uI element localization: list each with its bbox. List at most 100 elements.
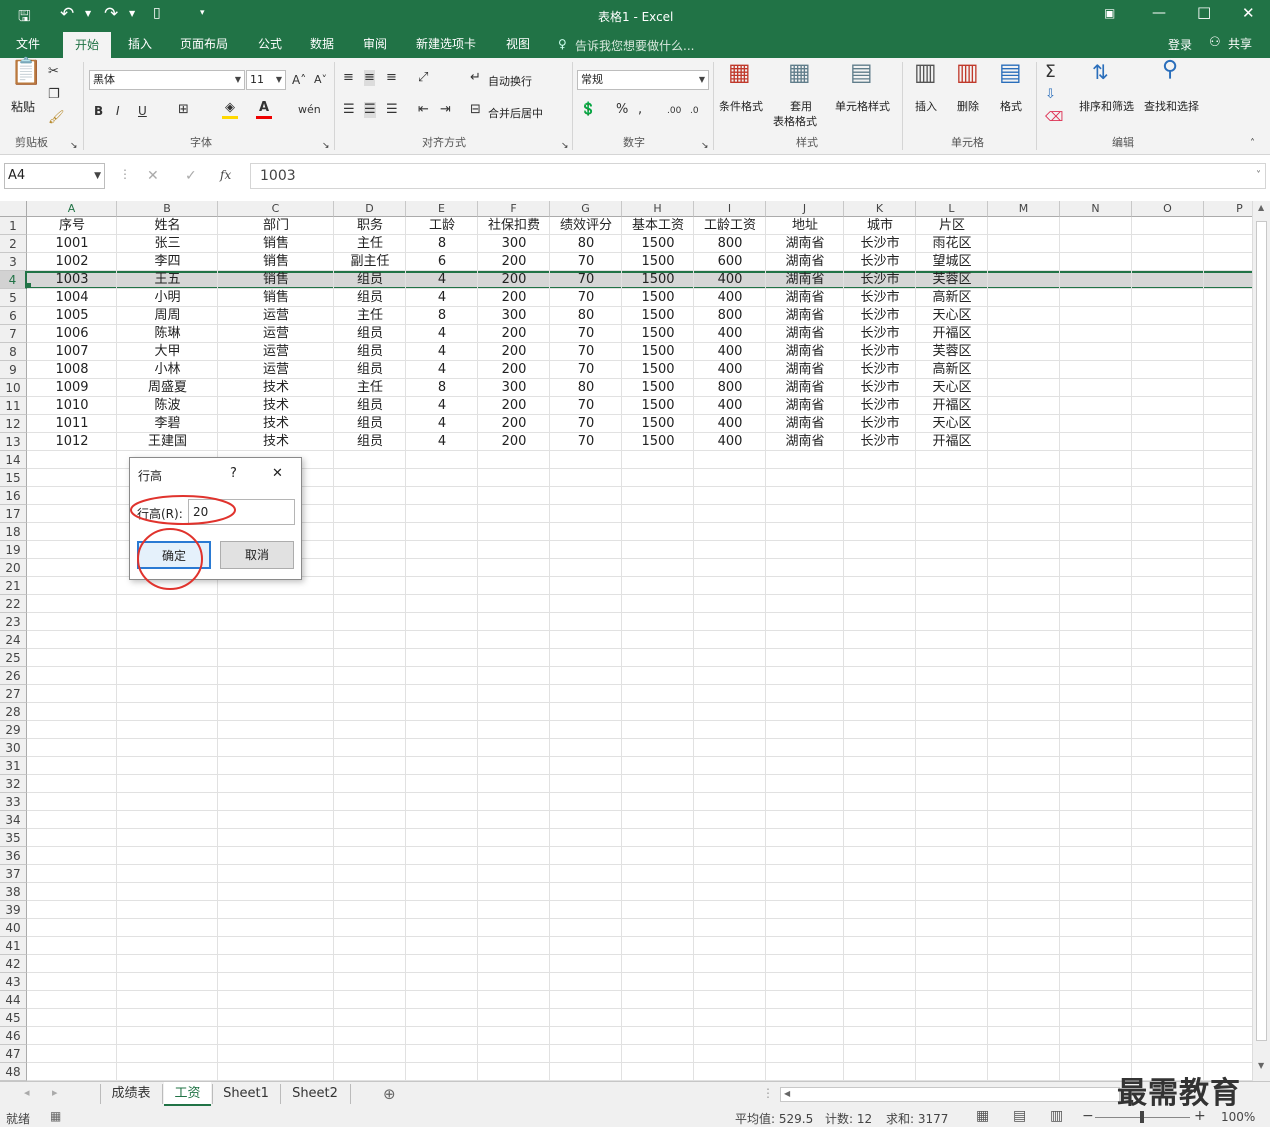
sort-filter-icon[interactable]: ⇅ (1092, 62, 1109, 82)
table-cell[interactable]: 湖南省 (766, 253, 844, 271)
table-cell[interactable]: 1008 (27, 361, 117, 379)
table-cell[interactable]: 400 (694, 361, 766, 379)
table-cell[interactable]: 1500 (622, 307, 694, 325)
column-header[interactable]: E (406, 201, 478, 217)
align-top-icon[interactable]: ≡ (343, 70, 354, 86)
row-header[interactable]: 6 (0, 307, 27, 325)
scroll-thumb[interactable] (1256, 221, 1267, 1041)
row-header[interactable]: 28 (0, 703, 27, 721)
table-cell[interactable]: 运营 (218, 325, 334, 343)
tab-data[interactable]: 数据 (306, 32, 338, 58)
vertical-scrollbar[interactable]: ▲ ▼ (1252, 201, 1270, 1081)
page-break-view-icon[interactable]: ▥ (1050, 1108, 1063, 1124)
table-header-cell[interactable]: 部门 (218, 217, 334, 235)
table-cell[interactable]: 组员 (334, 433, 406, 451)
table-cell[interactable]: 1500 (622, 379, 694, 397)
table-cell[interactable]: 8 (406, 379, 478, 397)
table-cell[interactable]: 开福区 (916, 433, 988, 451)
table-cell[interactable]: 长沙市 (844, 415, 916, 433)
table-header-cell[interactable]: 城市 (844, 217, 916, 235)
column-header[interactable]: L (916, 201, 988, 217)
insert-function-icon[interactable]: fx (220, 168, 231, 182)
table-cell[interactable]: 1500 (622, 415, 694, 433)
table-cell[interactable]: 400 (694, 433, 766, 451)
row-header[interactable]: 33 (0, 793, 27, 811)
table-cell[interactable]: 8 (406, 307, 478, 325)
table-cell[interactable]: 运营 (218, 307, 334, 325)
table-cell[interactable]: 周盛夏 (117, 379, 218, 397)
row-header[interactable]: 7 (0, 325, 27, 343)
align-right-icon[interactable]: ☰ (386, 102, 398, 118)
table-header-cell[interactable]: 工龄工资 (694, 217, 766, 235)
table-cell[interactable]: 1500 (622, 271, 694, 289)
row-header[interactable]: 27 (0, 685, 27, 703)
table-cell[interactable]: 80 (550, 307, 622, 325)
bold-button[interactable]: B (94, 103, 103, 119)
table-cell[interactable]: 200 (478, 361, 550, 379)
undo-icon[interactable]: ↶ (60, 4, 74, 24)
clipboard-launcher-icon[interactable]: ↘ (70, 138, 78, 154)
column-header[interactable]: D (334, 201, 406, 217)
table-cell[interactable]: 李四 (117, 253, 218, 271)
row-header[interactable]: 43 (0, 973, 27, 991)
table-cell[interactable]: 天心区 (916, 307, 988, 325)
sort-filter-button[interactable]: 排序和筛选 (1079, 98, 1134, 114)
cut-icon[interactable]: ✂ (48, 64, 59, 80)
row-header[interactable]: 45 (0, 1009, 27, 1027)
table-cell[interactable]: 8 (406, 235, 478, 253)
formula-input[interactable]: 1003 ˅ (250, 163, 1266, 189)
table-header-cell[interactable]: 绩效评分 (550, 217, 622, 235)
expand-formula-icon[interactable]: ˅ (1256, 164, 1261, 188)
table-cell[interactable]: 400 (694, 325, 766, 343)
table-cell[interactable]: 200 (478, 253, 550, 271)
row-header[interactable]: 23 (0, 613, 27, 631)
paste-icon[interactable]: 📋 (10, 59, 42, 85)
row-header[interactable]: 29 (0, 721, 27, 739)
decrease-font-icon[interactable]: A˅ (314, 72, 327, 88)
table-cell[interactable]: 200 (478, 433, 550, 451)
login-link[interactable]: 登录 (1168, 36, 1192, 53)
row-header[interactable]: 41 (0, 937, 27, 955)
table-cell[interactable]: 1500 (622, 433, 694, 451)
column-header[interactable]: P (1204, 201, 1252, 217)
cell-styles-icon[interactable]: ▤ (850, 60, 873, 84)
row-header[interactable]: 37 (0, 865, 27, 883)
normal-view-icon[interactable]: ▦ (976, 1108, 989, 1124)
tab-review[interactable]: 审阅 (359, 32, 391, 58)
table-cell[interactable]: 400 (694, 343, 766, 361)
table-cell[interactable]: 长沙市 (844, 307, 916, 325)
table-cell[interactable]: 4 (406, 325, 478, 343)
table-cell[interactable]: 长沙市 (844, 379, 916, 397)
row-header[interactable]: 9 (0, 361, 27, 379)
row-header[interactable]: 14 (0, 451, 27, 469)
alignment-launcher-icon[interactable]: ↘ (561, 138, 569, 154)
table-cell[interactable]: 组员 (334, 361, 406, 379)
row-header[interactable]: 36 (0, 847, 27, 865)
clear-icon[interactable]: ⌫ (1045, 110, 1063, 126)
copy-icon[interactable]: ❐ (48, 87, 60, 103)
row-header[interactable]: 3 (0, 253, 27, 271)
tab-new[interactable]: 新建选项卡 (412, 32, 480, 58)
table-cell[interactable]: 70 (550, 271, 622, 289)
table-cell[interactable]: 1500 (622, 397, 694, 415)
row-header[interactable]: 31 (0, 757, 27, 775)
format-painter-icon[interactable]: 🖌 (48, 110, 65, 126)
close-icon[interactable]: ✕ (272, 466, 283, 481)
table-cell[interactable]: 湖南省 (766, 289, 844, 307)
redo-icon[interactable]: ↷ (104, 4, 118, 24)
table-cell[interactable]: 1500 (622, 343, 694, 361)
table-cell[interactable]: 周周 (117, 307, 218, 325)
table-cell[interactable]: 4 (406, 433, 478, 451)
row-header[interactable]: 8 (0, 343, 27, 361)
page-layout-view-icon[interactable]: ▤ (1013, 1108, 1026, 1124)
table-cell[interactable]: 高新区 (916, 289, 988, 307)
tab-page-layout[interactable]: 页面布局 (176, 32, 232, 58)
table-cell[interactable]: 70 (550, 361, 622, 379)
table-cell[interactable]: 天心区 (916, 415, 988, 433)
table-cell[interactable]: 400 (694, 397, 766, 415)
format-as-table-icon[interactable]: ▦ (788, 60, 811, 84)
table-cell[interactable]: 400 (694, 415, 766, 433)
font-launcher-icon[interactable]: ↘ (322, 138, 330, 154)
zoom-level[interactable]: 100% (1221, 1110, 1255, 1124)
ribbon-display-icon[interactable]: ▣ (1104, 6, 1115, 20)
